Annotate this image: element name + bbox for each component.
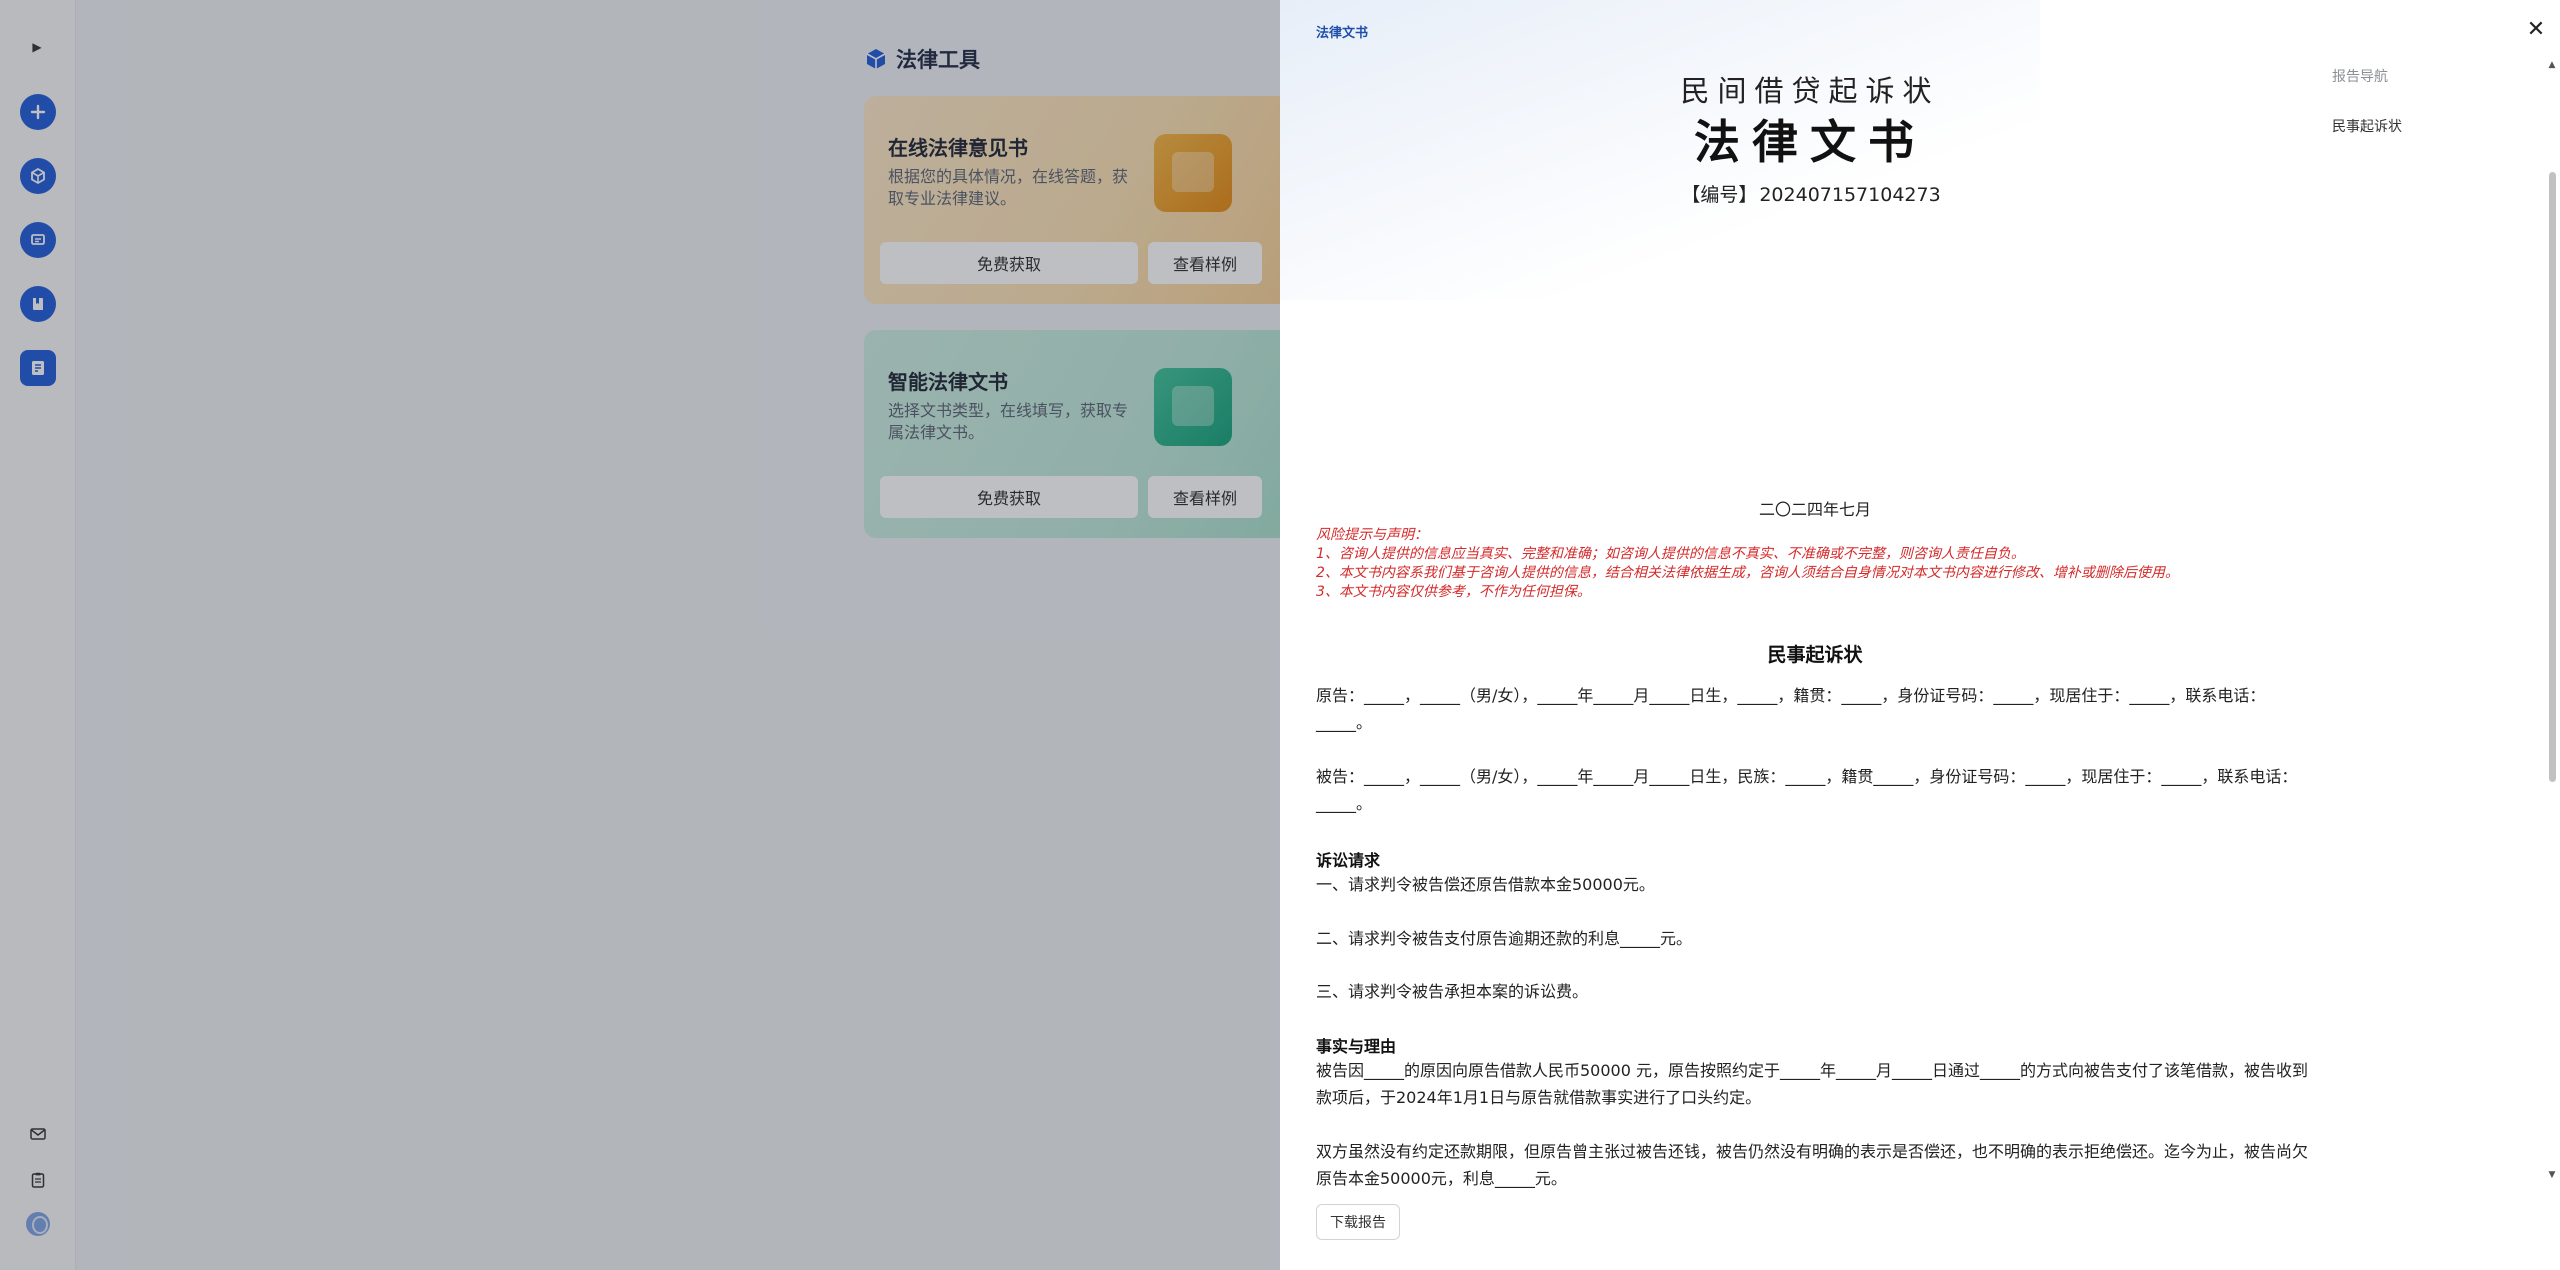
document-number-label: 【编号】: [1681, 184, 1758, 206]
defendant-paragraph: 被告：_____，_____（男/女），_____年_____月_____日生，…: [1316, 767, 2298, 813]
drawer-title: 法律文书: [1316, 26, 1369, 41]
claim-item: 一、请求判令被告偿还原告借款本金50000元。: [1316, 875, 1655, 894]
risk-title: 风险提示与声明：: [1316, 527, 1428, 543]
facts-paragraph: 双方虽然没有约定还款期限，但原告曾主张过被告还钱，被告仍然没有明确的表示是否偿还…: [1316, 1142, 2309, 1188]
report-nav-title: 报告导航: [2332, 69, 2388, 85]
document-number-value: 202407157104273: [1759, 184, 1941, 206]
report-nav-item[interactable]: 民事起诉状: [2332, 116, 2402, 136]
modal-backdrop[interactable]: [0, 0, 1280, 1270]
close-icon: ✕: [2526, 17, 2546, 42]
section-title: 民事起诉状: [1767, 644, 1863, 666]
claim-item: 三、请求判令被告承担本案的诉讼费。: [1316, 982, 1589, 1001]
plaintiff-paragraph: 原告：_____，_____（男/女），_____年_____月_____日生，…: [1316, 686, 2266, 732]
scrollbar-thumb[interactable]: [2549, 172, 2556, 782]
document-number: 【编号】 202407157104273: [1280, 180, 2340, 207]
facts-paragraph: 被告因_____的原因向原告借款人民币50000 元，原告按照约定于_____年…: [1316, 1061, 2308, 1107]
claims-heading: 诉讼请求: [1316, 851, 1381, 870]
document-drawer: 法律文书 ✕ 民间借贷起诉状 法律文书 【编号】 202407157104273 …: [1280, 0, 2560, 1270]
claim-item: 二、请求判令被告支付原告逾期还款的利息_____元。: [1316, 929, 1693, 948]
document-subtitle: 民间借贷起诉状: [1680, 74, 1940, 108]
close-button[interactable]: ✕: [2524, 18, 2548, 42]
facts-heading: 事实与理由: [1316, 1037, 1397, 1056]
scroll-down-icon[interactable]: ▼: [2548, 1170, 2556, 1180]
risk-item: 3、本文书内容仅供参考，不作为任何担保。: [1316, 584, 1591, 600]
scroll-up-icon[interactable]: ▲: [2548, 60, 2556, 70]
risk-item: 1、咨询人提供的信息应当真实、完整和准确；如咨询人提供的信息不真实、不准确或不完…: [1316, 546, 2025, 562]
risk-item: 2、本文书内容系我们基于咨询人提供的信息，结合相关法律依据生成，咨询人须结合自身…: [1316, 565, 2179, 581]
document-title: 法律文书: [1694, 115, 1926, 169]
risk-disclaimer: 风险提示与声明： 1、咨询人提供的信息应当真实、完整和准确；如咨询人提供的信息不…: [1316, 526, 2179, 602]
download-report-button[interactable]: 下载报告: [1316, 1204, 1400, 1240]
document-date: 二〇二四年七月: [1758, 500, 1871, 519]
